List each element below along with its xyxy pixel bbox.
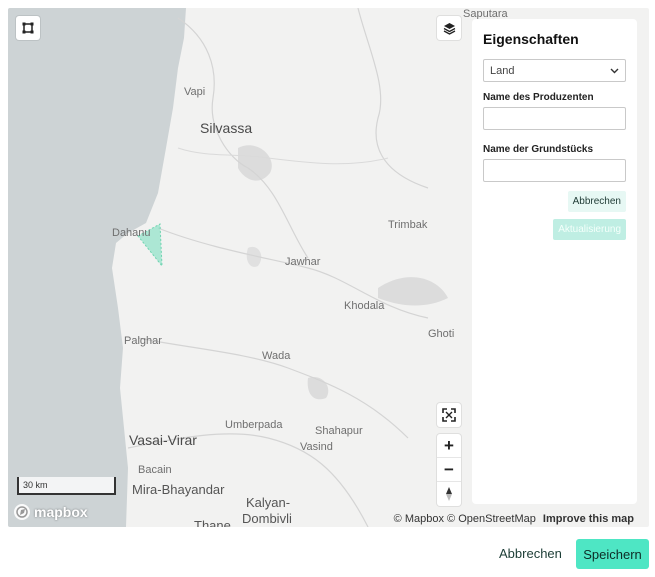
zoom-out-icon: −	[444, 459, 454, 479]
draw-polygon-button[interactable]	[16, 16, 40, 40]
place-label: Dahanu	[112, 227, 151, 239]
attribution-mapbox-link[interactable]: © Mapbox	[394, 513, 444, 525]
update-button[interactable]: Aktualisierung	[553, 219, 626, 240]
mapbox-logo-icon	[14, 504, 30, 520]
improve-map-link[interactable]: Improve this map	[543, 513, 634, 525]
place-label: Vasai-Virar	[129, 432, 197, 448]
square-draw-icon	[22, 22, 34, 34]
chevron-down-icon	[610, 68, 619, 73]
compass-icon	[446, 487, 452, 501]
place-label: Bacain	[138, 464, 172, 476]
attribution-osm-link[interactable]: © OpenStreetMap	[447, 513, 536, 525]
save-button[interactable]: Speichern	[576, 539, 649, 569]
place-label: Vasind	[300, 441, 333, 453]
place-label: Thane	[194, 518, 231, 527]
producer-name-input[interactable]	[483, 107, 626, 130]
place-label: Silvassa	[200, 120, 253, 136]
place-label: Mira-Bhayandar	[132, 482, 225, 497]
zoom-in-icon: +	[444, 435, 454, 455]
place-label: Palghar	[124, 335, 162, 347]
scale-bar: 30 km	[17, 477, 116, 495]
plot-name-label: Name der Grundstücks	[483, 144, 594, 155]
place-label: Trimbak	[388, 219, 428, 231]
mapbox-logo-text: mapbox	[34, 504, 88, 520]
compass-button[interactable]	[437, 482, 461, 506]
mapbox-logo[interactable]: mapbox	[13, 503, 88, 521]
layers-button[interactable]	[437, 16, 461, 40]
place-label: Wada	[262, 350, 291, 362]
type-select[interactable]: Land	[483, 59, 626, 82]
place-label: Ghoti	[428, 328, 455, 340]
fullscreen-icon	[442, 408, 456, 422]
properties-panel: Eigenschaften Land Name des Produzenten …	[472, 19, 637, 504]
place-label: Shahapur	[315, 425, 363, 437]
type-select-value: Land	[490, 64, 515, 77]
cancel-button[interactable]: Abbrechen	[494, 542, 567, 565]
producer-name-label: Name des Produzenten	[483, 92, 594, 103]
place-label: Jawhar	[285, 256, 321, 268]
zoom-in-button[interactable]: +	[437, 434, 461, 458]
place-label: Vapi	[184, 86, 206, 98]
panel-title: Eigenschaften	[483, 31, 579, 47]
zoom-controls: + −	[437, 434, 461, 506]
map-attribution: © Mapbox © OpenStreetMap Improve this ma…	[394, 513, 634, 525]
zoom-out-button[interactable]: −	[437, 458, 461, 482]
plot-name-input[interactable]	[483, 159, 626, 182]
place-label: Umberpada	[225, 419, 283, 431]
layers-icon	[443, 22, 455, 35]
place-label: Kalyan-	[246, 495, 291, 510]
fullscreen-button[interactable]	[437, 403, 461, 427]
panel-cancel-button[interactable]: Abbrechen	[567, 191, 626, 212]
place-label: Khodala	[344, 300, 385, 312]
place-label: Dombivli	[242, 511, 292, 526]
